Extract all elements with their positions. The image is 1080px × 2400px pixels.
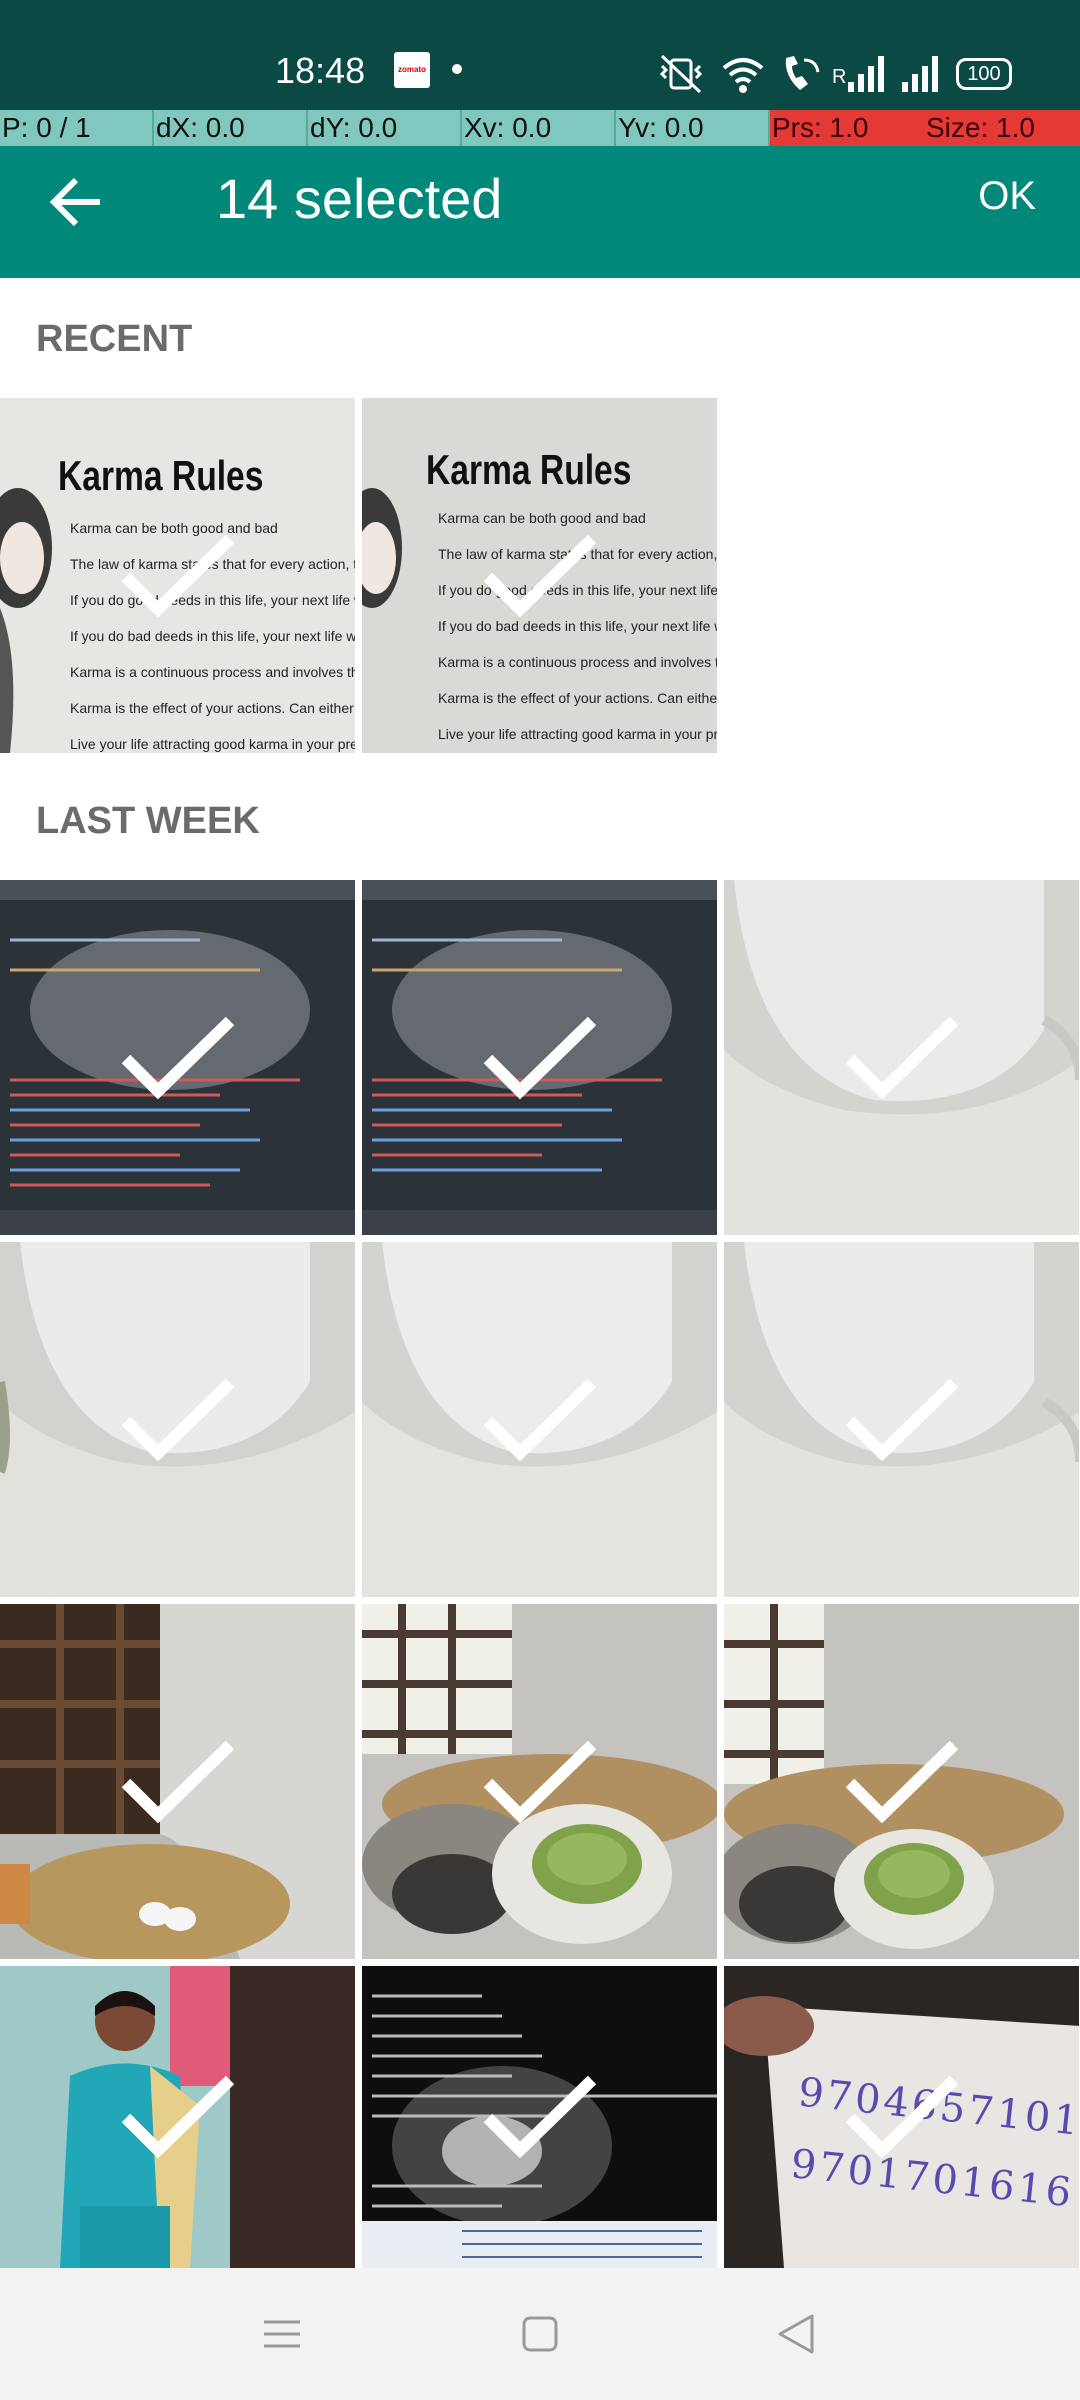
battery-icon: 100 [956, 58, 1012, 90]
navigation-bar [0, 2268, 1080, 2400]
photo-tile[interactable] [724, 880, 1079, 1235]
check-icon [845, 2075, 958, 2159]
check-icon [121, 1378, 234, 1461]
photo-tile[interactable] [362, 1242, 717, 1597]
photo-tile[interactable]: 9704657101 9701701616 [724, 1966, 1079, 2268]
photo-tile[interactable] [0, 1242, 355, 1597]
check-icon [845, 1016, 958, 1099]
signal-strength-icon-2 [902, 56, 938, 92]
home-icon[interactable] [520, 2314, 560, 2354]
photo-tile[interactable] [362, 880, 717, 1235]
check-icon [121, 1740, 234, 1823]
section-header-last-week: LAST WEEK [36, 800, 260, 842]
photo-tile[interactable] [0, 880, 355, 1235]
check-icon [483, 1740, 596, 1823]
back-icon[interactable] [774, 2312, 818, 2356]
velocity-y: Yv: 0.0 [616, 110, 770, 146]
photo-heading: Karma Rules [426, 446, 632, 493]
check-icon [121, 1016, 234, 1099]
wifi-calling-icon [785, 56, 820, 90]
touch-size: Size: 1.0 [924, 110, 1080, 146]
velocity-x: Xv: 0.0 [462, 110, 616, 146]
photo-heading: Karma Rules [58, 452, 264, 499]
delta-x: dX: 0.0 [154, 110, 308, 146]
ok-button[interactable]: OK [978, 174, 1036, 219]
check-icon [483, 1016, 596, 1099]
check-icon [121, 534, 234, 617]
delta-y: dY: 0.0 [308, 110, 462, 146]
menu-icon[interactable] [262, 2314, 302, 2354]
pressure: Prs: 1.0 [770, 110, 924, 146]
photo-tile[interactable]: Karma Rules Karma can be both good and b… [0, 398, 355, 753]
wifi-icon [722, 58, 764, 93]
zomato-notification-icon: zomato [394, 52, 430, 88]
section-header-recent: RECENT [36, 318, 193, 360]
pointer-location-overlay: P: 0 / 1 dX: 0.0 dY: 0.0 Xv: 0.0 Yv: 0.0… [0, 110, 1080, 146]
app-bar: 14 selected OK [0, 146, 1080, 278]
status-icons: R 100 [656, 52, 1016, 96]
photo-tile[interactable] [362, 1604, 717, 1959]
check-icon [121, 2075, 234, 2159]
check-icon [845, 1740, 958, 1823]
check-icon [483, 1378, 596, 1461]
roaming-label: R [832, 66, 847, 88]
photo-tile[interactable] [724, 1242, 1079, 1597]
status-bar: 18:48 zomato R 100 [0, 0, 1080, 110]
check-icon [483, 534, 596, 617]
check-icon [483, 2075, 596, 2159]
photo-tile[interactable]: Karma Rules Karma can be both good and b… [362, 398, 717, 753]
photo-tile[interactable] [362, 1966, 717, 2268]
vibrate-off-icon [659, 54, 703, 94]
photo-tile[interactable] [724, 1604, 1079, 1959]
back-arrow-icon[interactable] [46, 170, 110, 234]
selection-count-title: 14 selected [216, 167, 503, 230]
notification-dot-icon [452, 64, 462, 74]
pointer-count: P: 0 / 1 [0, 110, 154, 146]
signal-strength-icon-1 [848, 56, 884, 92]
photo-tile[interactable] [0, 1966, 355, 2268]
check-icon [845, 1378, 958, 1461]
photo-tile[interactable] [0, 1604, 355, 1959]
status-time: 18:48 [275, 50, 366, 91]
